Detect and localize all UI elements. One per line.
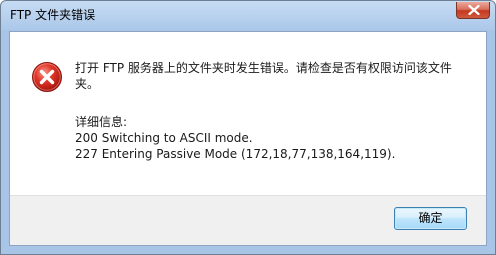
ok-button[interactable]: 确定 xyxy=(394,207,467,230)
details-header: 详细信息: xyxy=(75,115,128,129)
window-title: FTP 文件夹错误 xyxy=(10,8,96,22)
title-bar[interactable]: FTP 文件夹错误 xyxy=(1,1,495,31)
error-details: 详细信息: 200 Switching to ASCII mode. 227 E… xyxy=(75,114,475,162)
button-bar: 确定 xyxy=(10,195,486,245)
details-line: 200 Switching to ASCII mode. xyxy=(75,131,253,145)
dialog-body: 打开 FTP 服务器上的文件夹时发生错误。请检查是否有权限访问该文件夹。 详细信… xyxy=(9,31,487,246)
close-button[interactable] xyxy=(456,2,490,19)
close-icon xyxy=(468,5,480,15)
error-message: 打开 FTP 服务器上的文件夹时发生错误。请检查是否有权限访问该文件夹。 xyxy=(75,61,452,91)
message-area: 打开 FTP 服务器上的文件夹时发生错误。请检查是否有权限访问该文件夹。 详细信… xyxy=(10,32,486,195)
details-line: 227 Entering Passive Mode (172,18,77,138… xyxy=(75,147,396,161)
error-icon xyxy=(32,62,62,92)
dialog-window: FTP 文件夹错误 打开 FTP 服务器上的文件夹时发生错误。请检查是否有权限访… xyxy=(0,0,496,255)
